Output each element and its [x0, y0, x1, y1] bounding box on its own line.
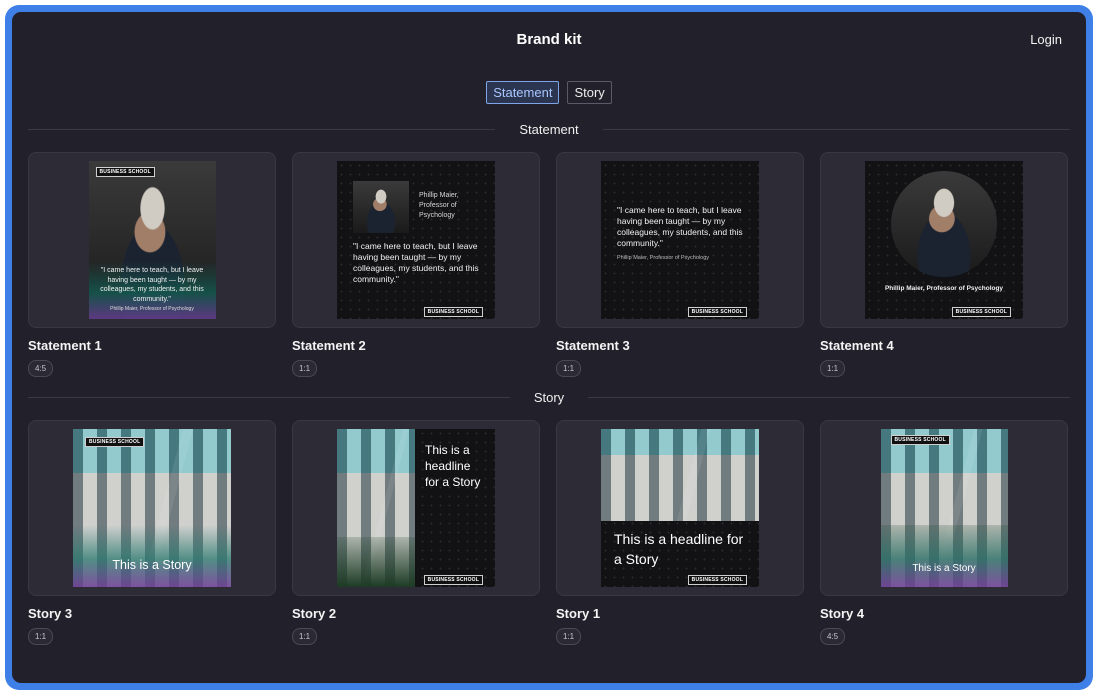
template-card-statement-3[interactable]: "I came here to teach, but I leave havin…	[556, 152, 804, 377]
thumbnail[interactable]: BUSINESS SCHOOL This is a Story	[820, 420, 1068, 596]
portrait-photo	[353, 181, 409, 233]
logo-tag: BUSINESS SCHOOL	[890, 435, 950, 445]
thumbnail[interactable]: BUSINESS SCHOOL This is a Story	[28, 420, 276, 596]
portrait-caption: Phillip Maier, Professor of Psychology	[884, 285, 1004, 292]
quote-text: "I came here to teach, but I leave havin…	[100, 267, 204, 303]
template-card-story-4[interactable]: BUSINESS SCHOOL This is a Story Story 4 …	[820, 420, 1068, 645]
thumbnail[interactable]: This is a headline for a Story BUSINESS …	[292, 420, 540, 596]
aspect-ratio-badge: 4:5	[820, 628, 846, 645]
aspect-ratio-badge: 1:1	[28, 628, 54, 645]
statement-2-artwork: Phillip Maier, Professor of Psychology "…	[337, 161, 495, 319]
story-1-artwork: This is a headline for a Story BUSINESS …	[601, 429, 759, 587]
quote-text: "I came here to teach, but I leave havin…	[353, 241, 479, 284]
trees-overlay	[337, 537, 415, 587]
title-line: Professor of Psychology	[419, 202, 457, 219]
thumbnail[interactable]: "I came here to teach, but I leave havin…	[556, 152, 804, 328]
story-3-artwork: BUSINESS SCHOOL This is a Story	[73, 429, 231, 587]
attribution-text: Phillip Maier, Professor of Psychology	[617, 255, 710, 261]
statement-4-artwork: Phillip Maier, Professor of Psychology B…	[865, 161, 1023, 319]
template-card-statement-1[interactable]: BUSINESS SCHOOL "I came here to teach, b…	[28, 152, 276, 377]
card-title: Story 4	[820, 606, 865, 621]
logo-tag: BUSINESS SCHOOL	[95, 167, 155, 177]
template-tabs: Statement Story	[12, 81, 1086, 104]
logo-tag: BUSINESS SCHOOL	[687, 307, 747, 317]
quote-text: "I came here to teach, but I leave havin…	[617, 205, 743, 248]
gradient-overlay	[880, 525, 1008, 587]
section-header-story: Story	[28, 387, 1070, 407]
divider	[28, 396, 510, 398]
section-header-statement: Statement	[28, 119, 1071, 139]
story-text: This is a Story	[912, 563, 976, 574]
template-card-statement-4[interactable]: Phillip Maier, Professor of Psychology B…	[820, 152, 1068, 377]
section-label: Story	[533, 389, 565, 405]
logo-tag: BUSINESS SCHOOL	[423, 307, 483, 317]
aspect-ratio-badge: 1:1	[556, 628, 582, 645]
aspect-ratio-badge: 1:1	[292, 628, 318, 645]
attribution-text: Phillip Maier, Professor of Psychology	[110, 306, 194, 312]
card-title: Statement 2	[292, 338, 366, 353]
logo-tag: BUSINESS SCHOOL	[687, 575, 747, 585]
thumbnail[interactable]: This is a headline for a Story BUSINESS …	[556, 420, 804, 596]
card-title: Story 1	[556, 606, 601, 621]
story-4-artwork: BUSINESS SCHOOL This is a Story	[880, 429, 1008, 587]
story-text: This is a Story	[112, 558, 192, 572]
divider	[588, 396, 1070, 398]
page-title: Brand kit	[516, 31, 582, 48]
divider	[28, 128, 496, 130]
statement-grid: BUSINESS SCHOOL "I came here to teach, b…	[28, 152, 1070, 377]
section-label: Statement	[519, 121, 579, 137]
thumbnail[interactable]: Phillip Maier, Professor of Psychology "…	[292, 152, 540, 328]
statement-1-artwork: BUSINESS SCHOOL "I came here to teach, b…	[88, 161, 216, 319]
template-card-statement-2[interactable]: Phillip Maier, Professor of Psychology "…	[292, 152, 540, 377]
portrait-circle	[891, 171, 997, 277]
story-grid: BUSINESS SCHOOL This is a Story Story 3 …	[28, 420, 1070, 645]
story-headline: This is a headline for a Story	[614, 531, 744, 567]
tab-statement[interactable]: Statement	[486, 81, 560, 104]
card-title: Story 2	[292, 606, 337, 621]
logo-tag: BUSINESS SCHOOL	[85, 437, 145, 447]
logo-tag: BUSINESS SCHOOL	[951, 307, 1011, 317]
story-2-artwork: This is a headline for a Story BUSINESS …	[337, 429, 495, 587]
name-line: Phillip Maier,	[419, 192, 459, 199]
card-title: Statement 1	[28, 338, 102, 353]
tab-story[interactable]: Story	[567, 81, 612, 104]
card-title: Statement 4	[820, 338, 894, 353]
window-frame: Brand kit Login Statement Story Statemen…	[5, 5, 1093, 690]
logo-tag: BUSINESS SCHOOL	[423, 575, 483, 585]
aspect-ratio-badge: 1:1	[820, 360, 846, 377]
aspect-ratio-badge: 4:5	[28, 360, 54, 377]
login-link[interactable]: Login	[1030, 32, 1062, 47]
template-card-story-3[interactable]: BUSINESS SCHOOL This is a Story Story 3 …	[28, 420, 276, 645]
gradient-overlay	[73, 525, 231, 587]
building-photo	[601, 429, 759, 521]
thumbnail[interactable]: Phillip Maier, Professor of Psychology B…	[820, 152, 1068, 328]
card-title: Story 3	[28, 606, 73, 621]
divider	[602, 128, 1071, 130]
app-window: Brand kit Login Statement Story Statemen…	[12, 12, 1086, 683]
template-card-story-1[interactable]: This is a headline for a Story BUSINESS …	[556, 420, 804, 645]
statement-3-artwork: "I came here to teach, but I leave havin…	[601, 161, 759, 319]
aspect-ratio-badge: 1:1	[556, 360, 582, 377]
aspect-ratio-badge: 1:1	[292, 360, 318, 377]
card-title: Statement 3	[556, 338, 630, 353]
template-card-story-2[interactable]: This is a headline for a Story BUSINESS …	[292, 420, 540, 645]
thumbnail[interactable]: BUSINESS SCHOOL "I came here to teach, b…	[28, 152, 276, 328]
story-headline: This is a headline for a Story	[425, 443, 481, 489]
